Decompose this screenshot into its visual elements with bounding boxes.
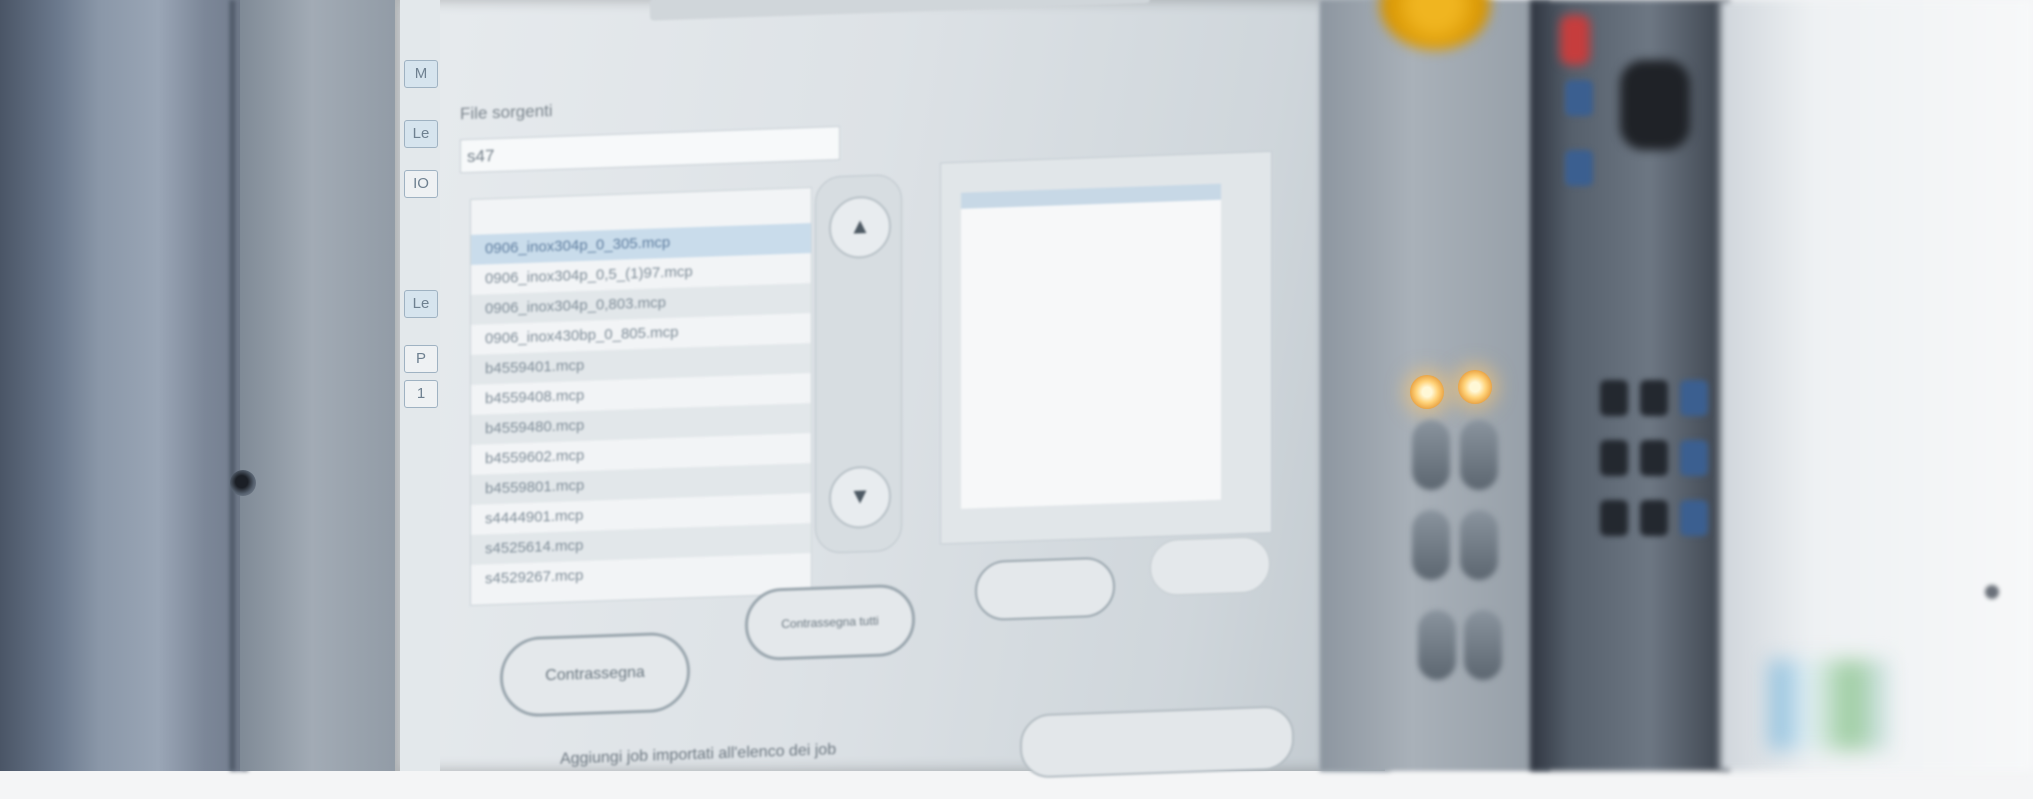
wall-fixture [1985,585,1999,599]
switch-icon[interactable] [1464,610,1502,680]
switch-icon[interactable] [1460,510,1498,580]
side-tab[interactable]: Le [404,290,438,318]
key-icon[interactable] [1640,380,1668,416]
import-jobs-dialog: File sorgenti s47 0906_inox304p_0_305.mc… [440,0,1360,779]
key-icon[interactable] [1680,380,1708,416]
side-tab[interactable]: P [404,345,438,373]
rotary-knob-icon[interactable] [1620,60,1690,150]
side-tab[interactable]: IO [404,170,438,198]
side-tab[interactable]: M [404,60,438,88]
key-icon[interactable] [1680,440,1708,476]
indicator-light-icon [1458,370,1492,404]
key-icon[interactable] [1600,380,1628,416]
background-wall [1720,0,2033,771]
footer-button[interactable] [1020,705,1294,779]
disabled-button[interactable] [1150,536,1270,597]
switch-icon[interactable] [1460,420,1498,490]
switch-icon[interactable] [1412,510,1450,580]
red-button-icon[interactable] [1560,15,1590,65]
indicator-light-icon [1410,375,1444,409]
scroll-down-icon[interactable]: ▼ [829,465,891,530]
key-icon[interactable] [1600,440,1628,476]
list-scroller: ▲ ▼ [815,173,902,554]
screw-hole-icon [230,470,256,496]
top-field [650,0,1150,21]
mark-all-button[interactable]: Contrassegna tutti [745,583,915,662]
side-tab[interactable]: Le [404,120,438,148]
screen-bezel [240,0,420,771]
key-icon[interactable] [1600,500,1628,536]
section-label: File sorgenti [460,101,553,124]
side-tab[interactable]: 1 [404,380,438,408]
destination-list[interactable] [961,199,1221,509]
side-tab-strip: M Le IO Le P 1 [400,0,440,771]
file-list[interactable]: 0906_inox304p_0_305.mcp 0906_inox304p_0,… [470,187,812,606]
key-icon[interactable] [1565,150,1593,186]
key-icon[interactable] [1565,80,1593,116]
search-input[interactable]: s47 [460,126,840,174]
remove-button[interactable] [975,556,1115,622]
background-objects [1770,660,1890,750]
destination-panel [940,150,1272,545]
key-icon[interactable] [1640,440,1668,476]
key-icon[interactable] [1640,500,1668,536]
scroll-up-icon[interactable]: ▲ [829,195,891,260]
key-icon[interactable] [1680,500,1708,536]
switch-icon[interactable] [1418,610,1456,680]
switch-icon[interactable] [1412,420,1450,490]
mark-button[interactable]: Contrassegna [500,631,690,718]
